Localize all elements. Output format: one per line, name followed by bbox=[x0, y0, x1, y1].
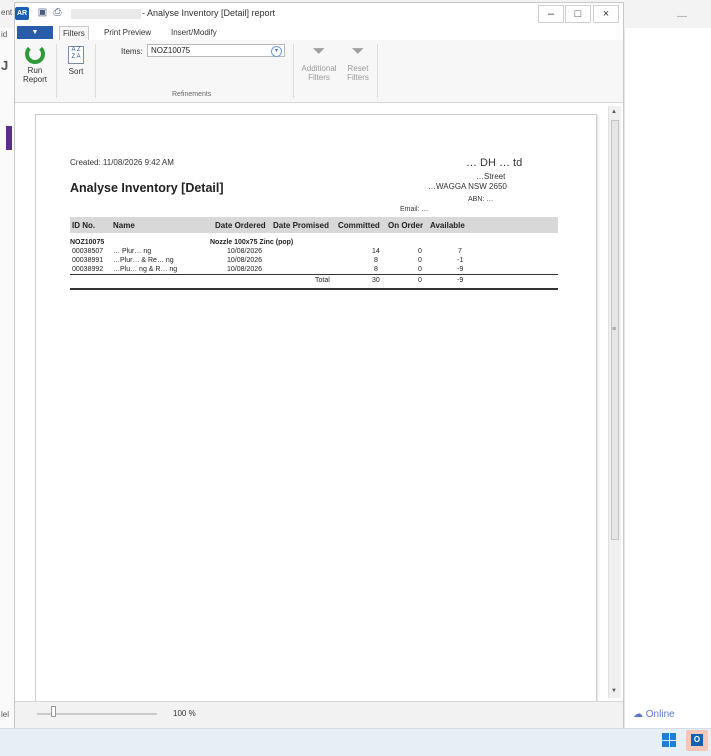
taskbar bbox=[0, 728, 711, 756]
row-date-ordered: 10/08/2026 bbox=[227, 266, 263, 273]
company-city: …WAGGA NSW 2650 bbox=[428, 182, 507, 191]
close-button[interactable]: × bbox=[593, 5, 619, 23]
row-id: 00038992 bbox=[72, 266, 104, 273]
row-committed: 8 bbox=[374, 266, 378, 273]
save-icon[interactable]: ▣ bbox=[37, 7, 48, 18]
bg-label: J bbox=[1, 58, 9, 73]
bg-label: id bbox=[1, 30, 8, 39]
row-available: -1 bbox=[457, 257, 464, 264]
reset-filters-button[interactable]: ⏷ Reset Filters bbox=[342, 43, 374, 82]
row-id: 00038507 bbox=[72, 248, 104, 255]
row-committed: 14 bbox=[372, 248, 380, 255]
report-title: Analyse Inventory [Detail] bbox=[70, 181, 224, 195]
sort-az-icon: A ZZ A bbox=[68, 46, 84, 64]
company-street: …Street bbox=[476, 172, 506, 181]
filter-reset-icon: ⏷ bbox=[351, 43, 365, 60]
status-bar: 100 % bbox=[15, 701, 623, 728]
tab-filters[interactable]: Filters bbox=[59, 26, 89, 41]
group-description: Nozzle 100x75 Zinc (pop) bbox=[210, 239, 294, 246]
company-abn: ABN: … bbox=[468, 196, 494, 203]
sort-button[interactable]: A ZZ A Sort bbox=[62, 44, 90, 76]
row-date-ordered: 10/08/2026 bbox=[227, 248, 263, 255]
outlook-icon: O bbox=[691, 734, 703, 746]
column-header: ID No. bbox=[72, 221, 96, 230]
additional-filters-label: Additional Filters bbox=[301, 64, 337, 82]
sort-label: Sort bbox=[68, 67, 84, 76]
ribbon-separator bbox=[56, 44, 57, 98]
company-name: … DH … td bbox=[466, 157, 523, 169]
background-app-right-panel bbox=[624, 28, 711, 728]
table-header: ID No. Name Date Ordered Date Promised C… bbox=[70, 217, 558, 233]
windows-start-icon[interactable] bbox=[662, 733, 676, 747]
column-header: Committed bbox=[338, 221, 380, 230]
items-value: NOZ10075 bbox=[151, 46, 191, 55]
title-bar[interactable]: AR ▣ ⎙ - Analyse Inventory [Detail] repo… bbox=[15, 3, 623, 25]
refinements-group-label: Refinements bbox=[172, 91, 212, 98]
background-accent-bar bbox=[6, 126, 12, 150]
scroll-grip-icon: ≡ bbox=[612, 326, 617, 333]
app-icon[interactable]: AR bbox=[15, 7, 29, 20]
total-on-order: 0 bbox=[418, 277, 422, 284]
online-label: Online bbox=[645, 709, 675, 720]
file-menu-tab[interactable]: ▼ bbox=[17, 26, 53, 39]
zoom-level: 100 % bbox=[173, 709, 196, 718]
row-name: …Plur… & Re… ng bbox=[113, 257, 174, 264]
filter-add-icon: ⏷ bbox=[312, 43, 326, 60]
refresh-icon bbox=[25, 44, 45, 64]
print-icon[interactable]: ⎙ bbox=[52, 7, 63, 18]
scroll-up-icon[interactable]: ▲ bbox=[611, 109, 617, 115]
additional-filters-button[interactable]: ⏷ Additional Filters bbox=[298, 43, 340, 82]
scroll-down-icon[interactable]: ▼ bbox=[611, 688, 617, 694]
ribbon-tabs: ▼ Filters Print Preview Insert/Modify bbox=[15, 25, 623, 41]
column-header: Date Promised bbox=[273, 221, 330, 230]
redacted-title-part bbox=[71, 9, 141, 19]
outlook-taskbar-icon[interactable]: O bbox=[686, 730, 708, 751]
minimize-button[interactable]: – bbox=[538, 5, 564, 23]
total-label: Total bbox=[315, 277, 330, 284]
ribbon-separator bbox=[377, 44, 378, 98]
company-email: Email: … bbox=[400, 206, 429, 213]
column-header: Name bbox=[113, 221, 135, 230]
row-date-ordered: 10/08/2026 bbox=[227, 257, 263, 264]
row-available: 7 bbox=[458, 248, 462, 255]
run-report-label: Run Report bbox=[22, 66, 47, 84]
column-header: On Order bbox=[388, 221, 424, 230]
group-id: NOZ10075 bbox=[70, 239, 105, 246]
run-report-button[interactable]: Run Report bbox=[19, 44, 51, 84]
vertical-scrollbar[interactable]: ▲ ≡ ▼ bbox=[608, 106, 621, 698]
ribbon-separator bbox=[95, 44, 96, 98]
items-input[interactable]: NOZ10075 ▾ bbox=[147, 44, 285, 57]
background-minimize-glyph: — bbox=[677, 11, 687, 22]
row-on-order: 0 bbox=[418, 266, 422, 273]
window-title: - Analyse Inventory [Detail] report bbox=[142, 8, 276, 18]
ribbon-separator bbox=[293, 44, 294, 98]
items-label: Items: bbox=[121, 47, 143, 56]
chevron-down-icon[interactable]: ▾ bbox=[271, 46, 282, 57]
report-window: AR ▣ ⎙ - Analyse Inventory [Detail] repo… bbox=[14, 2, 624, 728]
row-available: -9 bbox=[457, 266, 464, 273]
tab-insert-modify[interactable]: Insert/Modify bbox=[168, 26, 220, 40]
total-top-rule bbox=[70, 274, 558, 275]
bg-label: lel bbox=[1, 710, 10, 719]
bg-label: ent bbox=[1, 8, 13, 17]
ribbon-panel: Run Report A ZZ A Sort Items: NOZ10075 ▾… bbox=[15, 40, 623, 103]
row-name: …Plu… ng & R… ng bbox=[113, 266, 178, 273]
reset-filters-label: Reset Filters bbox=[347, 64, 369, 82]
total-available: -9 bbox=[457, 277, 464, 284]
maximize-button[interactable]: □ bbox=[565, 5, 591, 23]
online-status[interactable]: ☁ Online bbox=[633, 709, 675, 720]
total-committed: 30 bbox=[372, 277, 380, 284]
zoom-slider-thumb[interactable] bbox=[51, 706, 56, 717]
row-id: 00038991 bbox=[72, 257, 104, 264]
row-on-order: 0 bbox=[418, 257, 422, 264]
column-header: Available bbox=[430, 221, 465, 230]
tab-print-preview[interactable]: Print Preview bbox=[101, 26, 154, 40]
total-bottom-rule bbox=[70, 288, 558, 290]
column-header: Date Ordered bbox=[215, 221, 266, 230]
row-on-order: 0 bbox=[418, 248, 422, 255]
row-name: … Plur… ng bbox=[113, 248, 152, 255]
created-timestamp: Created: 11/08/2026 9:42 AM bbox=[70, 158, 174, 167]
row-committed: 8 bbox=[374, 257, 378, 264]
report-page: Created: 11/08/2026 9:42 AM Analyse Inve… bbox=[35, 114, 597, 706]
